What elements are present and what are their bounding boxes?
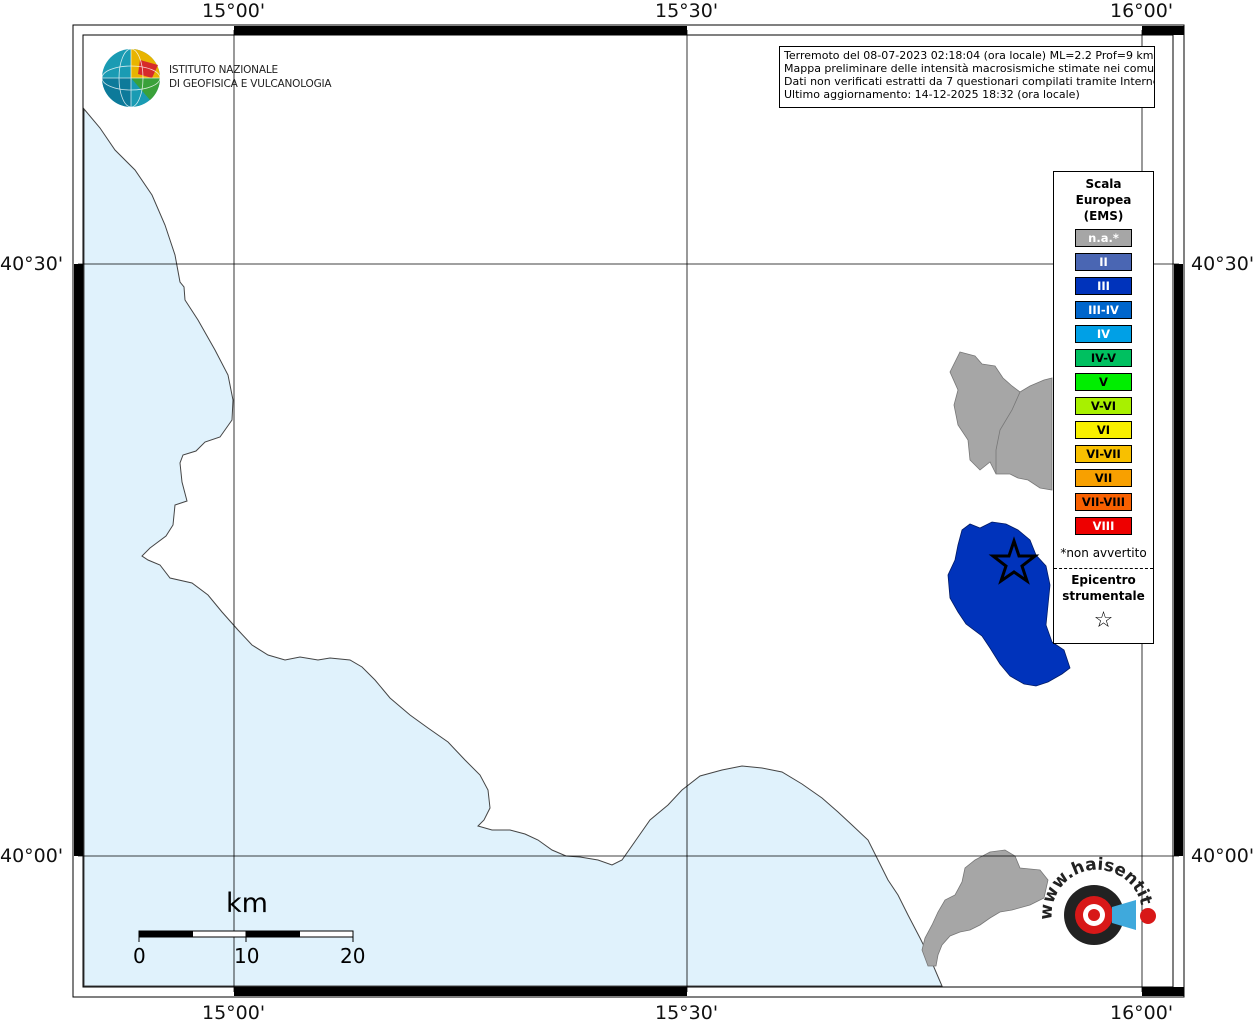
scale-label-0: 0 (133, 944, 146, 968)
legend-swatch: III-IV (1075, 301, 1132, 319)
legend-swatch: V-VI (1075, 397, 1132, 415)
legend-title-line3: (EMS) (1083, 209, 1124, 223)
top-tick-2: 15°30' (655, 0, 719, 22)
legend-swatch: VII-VIII (1075, 493, 1132, 511)
legend-star-icon: ☆ (1093, 608, 1114, 633)
legend-swatch: III (1075, 277, 1132, 295)
right-tick-1: 40°30' (1191, 253, 1255, 275)
bottom-tick-1: 15°00' (202, 1002, 266, 1024)
left-tick-1: 40°30' (0, 253, 64, 275)
legend-swatch: V (1075, 373, 1132, 391)
bottom-tick-2: 15°30' (655, 1002, 719, 1024)
legend-swatch: n.a.* (1075, 229, 1132, 247)
legend-epicenter-line2: strumentale (1062, 589, 1145, 603)
event-info-box: Terremoto del 08-07-2023 02:18:04 (ora l… (779, 46, 1155, 108)
legend-divider (1054, 568, 1153, 569)
legend-na-note: *non avvertito (1060, 546, 1147, 560)
legend-title-line1: Scala (1085, 177, 1122, 191)
legend-swatch: IV-V (1075, 349, 1132, 367)
ems-legend: Scala Europea (EMS) n.a.* II III III-IV IV IV… (1053, 171, 1154, 644)
right-tick-2: 40°00' (1191, 845, 1255, 867)
ingv-globe-icon (101, 48, 161, 108)
legend-swatch: VIII (1075, 517, 1132, 535)
legend-title-line2: Europea (1075, 193, 1132, 207)
legend-swatch: IV (1075, 325, 1132, 343)
legend-swatch: VI (1075, 421, 1132, 439)
scale-unit: km (226, 888, 268, 919)
event-info-line4: Ultimo aggiornamento: 14-12-2025 18:32 (… (784, 88, 1080, 101)
legend-swatch: VII (1075, 469, 1132, 487)
legend-swatch: II (1075, 253, 1132, 271)
event-info-line1: Terremoto del 08-07-2023 02:18:04 (ora l… (784, 49, 1154, 62)
bottom-tick-3: 16°00' (1110, 1002, 1174, 1024)
top-tick-3: 16°00' (1110, 0, 1174, 22)
ingv-logo-line1: ISTITUTO NAZIONALE (169, 64, 278, 76)
scale-label-10: 10 (234, 944, 260, 968)
top-tick-1: 15°00' (202, 0, 266, 22)
legend-epicenter-line1: Epicentro (1071, 573, 1136, 587)
left-tick-2: 40°00' (0, 845, 64, 867)
legend-swatch: VI-VII (1075, 445, 1132, 463)
scale-label-20: 20 (340, 944, 366, 968)
event-info-line2: Mappa preliminare delle intensità macros… (784, 62, 1155, 75)
ingv-logo-line2: DI GEOFISICA E VULCANOLOGIA (169, 78, 332, 90)
legend-epicenter-label: Epicentro strumentale (1054, 572, 1153, 604)
event-info-line3: Dati non verificati estratti da 7 questi… (784, 75, 1155, 88)
